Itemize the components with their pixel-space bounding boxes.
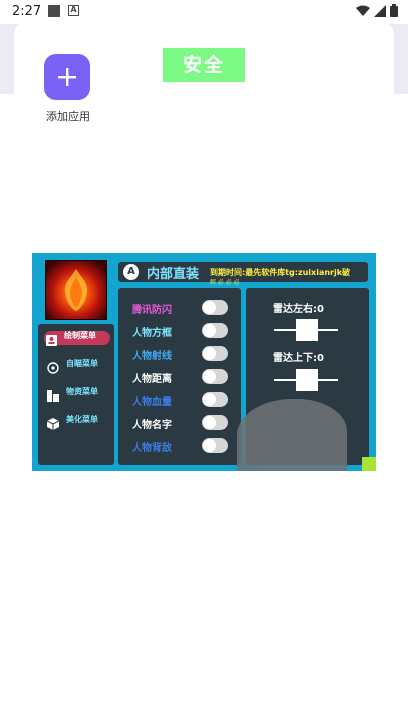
feature-label: 人物背敌 [132, 443, 172, 454]
radar-lr-label: 雷达左右:0 [273, 304, 324, 315]
feature-toggle[interactable] [202, 323, 228, 338]
feature-label: 腾讯防闪 [132, 305, 172, 316]
flame-icon [64, 269, 88, 311]
aim-icon [46, 361, 60, 375]
menu-title: 内部直装 [147, 267, 200, 282]
signal-icon [374, 4, 386, 17]
side-item-label: 物资菜单 [66, 387, 98, 396]
feature-toggle[interactable] [202, 415, 228, 430]
menu-subtitle-cut: 解 必 必 必 [210, 279, 240, 286]
side-item-draw[interactable]: 绘制菜单 [44, 331, 110, 347]
notification-a-icon: A [68, 5, 79, 16]
feature-label: 人物方框 [132, 328, 172, 339]
feature-label: 人物射线 [132, 351, 172, 362]
menu-title-bar: A 内部直装 到期时间:最先软件库tg:zuixianrjk破 解 必 必 必 [118, 262, 368, 286]
cheat-menu-panel: A 内部直装 到期时间:最先软件库tg:zuixianrjk破 解 必 必 必 … [32, 253, 376, 471]
corner-accent [362, 457, 376, 471]
side-item-label: 绘制菜单 [64, 331, 96, 340]
feature-toggle[interactable] [202, 300, 228, 315]
feature-toggle[interactable] [202, 392, 228, 407]
radar-lr-slider[interactable] [296, 319, 318, 341]
radar-ud-slider[interactable] [296, 369, 318, 391]
android-a-icon: A [123, 264, 139, 280]
side-item-label: 自瞄菜单 [66, 359, 98, 368]
feature-toggle[interactable] [202, 346, 228, 361]
feature-toggle[interactable] [202, 438, 228, 453]
side-item-supplies[interactable]: 物资菜单 [46, 387, 110, 409]
cube-icon [46, 417, 60, 431]
notification-square-icon [48, 5, 60, 17]
side-menu: 绘制菜单 自瞄菜单 物资菜单 美化菜单 [38, 324, 114, 465]
person-card-icon [44, 333, 58, 347]
add-app-label: 添加应用 [46, 110, 90, 123]
background-silhouette [237, 399, 347, 471]
radar-ud-label: 雷达上下:0 [273, 353, 324, 364]
feature-label: 人物距离 [132, 374, 172, 385]
feature-panel: 腾讯防闪 人物方框 人物射线 人物距离 人物血量 人物名字 人物背敌 [118, 288, 241, 465]
wifi-icon [356, 5, 370, 16]
battery-icon [390, 4, 398, 17]
plus-icon [58, 68, 76, 86]
status-time: 2:27 [12, 4, 42, 19]
side-item-aim[interactable]: 自瞄菜单 [46, 359, 110, 381]
supplies-icon [46, 389, 60, 403]
side-item-label: 美化菜单 [66, 415, 98, 424]
feature-toggle[interactable] [202, 369, 228, 384]
side-item-beautify[interactable]: 美化菜单 [46, 415, 110, 437]
feature-label: 人物名字 [132, 420, 172, 431]
feature-label: 人物血量 [132, 397, 172, 408]
add-app-button[interactable] [44, 54, 90, 100]
phoenix-logo [45, 260, 107, 320]
safe-badge: 安全 [163, 48, 245, 82]
